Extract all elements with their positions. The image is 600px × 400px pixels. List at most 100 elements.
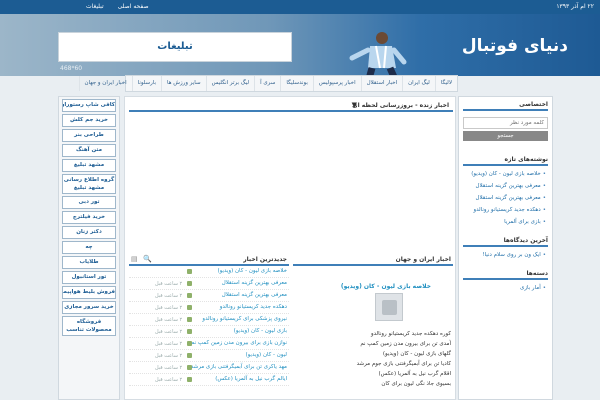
news-row-time: ۲ ساعت قبل <box>155 365 183 371</box>
nav-item-esteghlal[interactable]: اخبار استقلال <box>360 76 403 91</box>
ad-size-label: 468*60 <box>60 65 83 72</box>
news-row[interactable]: مهد یاکری تن برای آبمیگرفتنی بازی مرشد ۲ … <box>129 362 289 374</box>
date-label: ۲۲ ام آذر ۱۳۹۳ <box>556 3 594 10</box>
link-gold-detector[interactable]: طلایاب <box>62 256 116 269</box>
nav-item-barcelona[interactable]: بارسلونا <box>131 76 161 91</box>
news-row[interactable]: نیروی پزشکی برای کریستیانو رونالدو ۲ ساعت… <box>129 314 289 326</box>
categories-header: دسته‌ها <box>463 269 548 280</box>
ad-banner[interactable]: تبلیغات <box>58 32 292 62</box>
link-lyrics[interactable]: متن آهنگ <box>62 144 116 157</box>
search-button[interactable]: جستجو <box>463 131 548 141</box>
new-badge-icon <box>187 341 192 346</box>
top-bar: ۲۲ ام آذر ۱۳۹۳ صفحه اصلی تبلیغات <box>0 0 600 14</box>
news-row[interactable]: بازی لیون - کان (ویدیو) ۲ ساعت قبل <box>129 326 289 338</box>
link-vps[interactable]: خرید سرور مجازی <box>62 301 116 314</box>
news-row[interactable]: خلاصه بازی لیون - کان (ویدیو) <box>129 266 289 278</box>
settings-icon[interactable]: ▤ <box>131 255 138 263</box>
link-che[interactable]: چه <box>62 241 116 254</box>
news-row[interactable]: نوازن بازی برای بیرون مدن زمین کمپ نم ۲ س… <box>129 338 289 350</box>
news-row-title: لیون - کان (ویدیو) <box>245 352 287 358</box>
categories-title: دسته‌ها <box>526 270 548 277</box>
list-item[interactable]: اقلام گرب نیل به آلمریا (عکس) <box>296 369 452 379</box>
recent-post-link[interactable]: بازی برای آلمریا <box>465 218 546 226</box>
search-input[interactable] <box>463 117 548 129</box>
search-icon[interactable]: 🔍 <box>143 255 152 263</box>
featured-news-title[interactable]: خلاصه بازی لیون - کان (ویدیو) <box>341 283 431 290</box>
link-istanbul-tour[interactable]: تور استانبول <box>62 271 116 284</box>
nav-item-laliga[interactable]: لالیگا <box>434 76 457 91</box>
news-row-time: ۲ ساعت قبل <box>155 293 183 299</box>
new-badge-icon <box>187 353 192 358</box>
link-banner-design[interactable]: طراحی بنر <box>62 129 116 142</box>
recent-post-link[interactable]: دهکده جدید کریستیانو رونالدو <box>465 206 546 214</box>
news-row-time: ۲ ساعت قبل <box>155 377 183 383</box>
link-fitness-store[interactable]: فروشگاه محصولات تناسب اندام <box>62 316 116 336</box>
nav-item-serie-a[interactable]: سری آ <box>254 76 280 91</box>
chevron-down-icon[interactable]: ▼ <box>352 101 357 109</box>
new-badge-icon <box>187 317 192 322</box>
link-sidebar: کافی شاپ رستوران خرید جم کلش طراحی بنر م… <box>58 96 120 400</box>
new-badge-icon <box>187 269 192 274</box>
recent-comments-title: آخرین دیدگاه‌ها <box>503 237 548 244</box>
link-filter[interactable]: خرید فیلترچ <box>62 211 116 224</box>
news-row-time: ۲ ساعت قبل <box>155 353 183 359</box>
link-clash-gems[interactable]: خرید جم کلش <box>62 114 116 127</box>
list-item[interactable]: بسیوی جاذ نگی لیون برای کان <box>296 379 451 389</box>
recent-post-link[interactable]: خلاصه بازی لیون - کان (ویدیو) <box>465 170 546 178</box>
list-item[interactable]: آمدی تن برای بیرون مدن زمین کمپ نم <box>296 339 451 349</box>
recent-comment-link[interactable]: ایک ون بر روی سلام دنیا! <box>465 251 546 259</box>
link-gynecologist[interactable]: دکتر زنان <box>62 226 116 239</box>
recent-posts-header: نوشته‌های تازه <box>463 155 548 166</box>
news-row-time: ۲ ساعت قبل <box>155 341 183 347</box>
news-row-title: نوازن بازی برای بیرون مدن زمین کمپ نم <box>190 340 287 346</box>
news-row[interactable]: ایالم گرب نیل به آلمریا (عکس) ۲ ساعت قبل <box>129 374 289 386</box>
news-row-title: خلاصه بازی لیون - کان (ویدیو) <box>217 268 287 274</box>
new-badge-icon <box>187 329 192 334</box>
news-row-title: نیروی پزشکی برای کریستیانو رونالدو <box>202 316 287 322</box>
recent-post-link[interactable]: معرفی بهترین گزینه استقلال <box>465 194 546 202</box>
main-nav: لالیگا لیگ ایران اخبار استقلال اخبار پرس… <box>78 75 458 92</box>
world-news-panel: اخبار ایران و جهان خلاصه بازی لیون - کان… <box>293 255 453 400</box>
news-row-time: ۲ ساعت قبل <box>155 317 183 323</box>
ad-label: تبلیغات <box>157 41 193 52</box>
nav-item-bundesliga[interactable]: بوندسلیگا <box>280 76 313 91</box>
nav-item-world-news[interactable]: اخبار ایران و جهان <box>78 76 132 91</box>
news-row-time: ۲ ساعت قبل <box>155 281 183 287</box>
world-news-title: اخبار ایران و جهان <box>395 256 451 263</box>
nav-item-persepolis[interactable]: اخبار پرسپولیس <box>312 76 361 91</box>
site-title[interactable]: دنیای فوتبال <box>462 36 568 56</box>
widget-sidebar: اختصاصی جستجو نوشته‌های تازه خلاصه بازی … <box>458 96 553 400</box>
list-item[interactable]: کادیا تن برای آبمیگرفتنی بازی جوم مرشد <box>296 359 451 369</box>
link-mashhad-ads[interactable]: مشهد تبلیغ <box>62 159 116 172</box>
main-content: اخبار زنده - بروزرسانی لحظه ای ▼ اخبار ا… <box>124 96 456 400</box>
nav-item-premier-league[interactable]: لیگ برتر انگلیس <box>205 76 254 91</box>
new-badge-icon <box>187 293 192 298</box>
featured-news-thumbnail[interactable] <box>375 293 403 321</box>
link-cafe[interactable]: کافی شاپ رستوران <box>62 99 116 112</box>
news-row-time: ۲ ساعت قبل <box>155 305 183 311</box>
link-mashhad-group[interactable]: گروه اطلاع رسانی مشهد تبلیغ <box>62 174 116 194</box>
category-link[interactable]: آمار بازی <box>465 284 546 292</box>
home-link[interactable]: صفحه اصلی <box>118 3 149 10</box>
list-item[interactable]: گلهای بازی لیون - کان (ویدیو) <box>296 349 451 359</box>
news-row[interactable]: معرفی بهترین گزینه استقلال ۲ ساعت قبل <box>129 290 289 302</box>
nav-item-iran-league[interactable]: لیگ ایران <box>402 76 435 91</box>
latest-news-header: جدیدترین اخبار 🔍 ▤ <box>129 255 289 266</box>
recent-posts-title: نوشته‌های تازه <box>504 156 548 163</box>
nav-item-other-sports[interactable]: سایر ورزش ها <box>160 76 206 91</box>
news-row-title: معرفی بهترین گزینه استقلال <box>221 280 287 286</box>
list-item[interactable]: کوره دهکده‌ جدید کریستیانو رونالدو <box>296 329 451 339</box>
ads-link[interactable]: تبلیغات <box>86 3 104 10</box>
link-dubai-tour[interactable]: تور دبی <box>62 196 116 209</box>
news-row-title: مهد یاکری تن برای آبمیگرفتنی بازی مرشد <box>190 364 287 370</box>
rss-icon <box>382 300 397 315</box>
news-row[interactable]: دهکده جدید کریستیانو رونالدو ۲ ساعت قبل <box>129 302 289 314</box>
live-news-title: اخبار زنده - بروزرسانی لحظه ای <box>352 102 449 109</box>
link-flight-tickets[interactable]: فروش بلیط هواپیما <box>62 286 116 299</box>
new-badge-icon <box>187 377 192 382</box>
news-row[interactable]: لیون - کان (ویدیو) ۲ ساعت قبل <box>129 350 289 362</box>
top-links: صفحه اصلی تبلیغات <box>86 3 149 10</box>
news-row-title: دهکده جدید کریستیانو رونالدو <box>219 304 287 310</box>
news-row[interactable]: معرفی بهترین گزینه استقلال ۲ ساعت قبل <box>129 278 289 290</box>
recent-post-link[interactable]: معرفی بهترین گزینه استقلال <box>465 182 546 190</box>
